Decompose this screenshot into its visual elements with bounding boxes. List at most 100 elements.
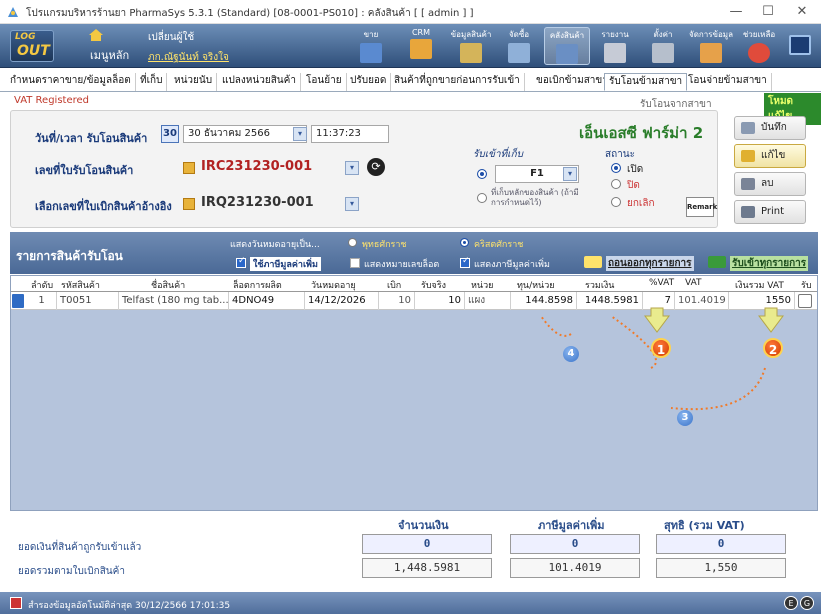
database-icon [700, 43, 722, 63]
cash-register-icon [360, 43, 382, 63]
store-dropdown-icon[interactable]: ▾ [563, 167, 577, 181]
annotation-2: 2 [763, 338, 783, 358]
report-button[interactable]: รายงาน [592, 27, 638, 65]
lifebuoy-icon [748, 43, 770, 63]
settings-button[interactable]: ตั้งค่า [640, 27, 686, 65]
received-total-label: ยอดเงินที่สินค้าถูกรับเข้าแล้ว [18, 542, 142, 553]
summary-panel: จำนวนเงิน ภาษีมูลค่าเพิ่ม สุทธิ (รวม VAT… [10, 512, 818, 584]
inventory-button[interactable]: คลังสินค้า [544, 27, 590, 65]
purchase-button[interactable]: จัดซื้อ [496, 27, 542, 65]
data-manage-button[interactable]: จัดการข้อมูล [688, 27, 734, 65]
save-button[interactable]: บันทึก [734, 116, 806, 140]
show-vat-label: แสดงภาษีมูลค่าเพิ่ม [474, 260, 550, 270]
tab-branch-request[interactable]: ขอเบิกข้ามสาขา [532, 73, 613, 91]
switch-user-button[interactable]: เปลี่ยนผู้ใช้ [148, 30, 194, 45]
people-icon [410, 39, 432, 59]
ref-document-icon [183, 198, 195, 210]
status-group-title: สถานะ [605, 149, 635, 160]
show-lot-checkbox[interactable] [350, 258, 360, 268]
tab-price-lot[interactable]: กำหนดราคาขาย/ข้อมูลล็อต [6, 73, 136, 91]
pencil-icon [741, 150, 755, 162]
logout-button[interactable]: LOG OUT [10, 30, 54, 62]
edit-label: แก้ไข [761, 150, 786, 161]
receive-doc-dropdown-icon[interactable]: ▾ [345, 161, 359, 175]
help-button[interactable]: ช่วยเหลือ [736, 27, 782, 65]
report-icon [604, 43, 626, 63]
backup-status-text: สำรองข้อมูลอัตโนมัติล่าสุด 30/12/2566 17… [28, 601, 231, 611]
eraser-icon [741, 178, 755, 190]
receive-doc-no[interactable]: IRC231230-001 [201, 159, 312, 174]
tab-adjust[interactable]: ปรับยอด [346, 73, 392, 91]
status-open-label: เปิด [627, 164, 644, 175]
main-menu-label: เมนูหลัก [90, 49, 130, 62]
status-bar: สำรองข้อมูลอัตโนมัติล่าสุด 30/12/2566 17… [0, 592, 821, 614]
tab-transfer[interactable]: โอนย้าย [302, 73, 347, 91]
minimize-button[interactable]: — [724, 2, 748, 22]
date-field[interactable]: 30 ธันวาคม 2566 [183, 125, 307, 143]
items-toolbar: รายการสินค้ารับโอน แสดงวันหมดอายุเป็น...… [10, 232, 818, 274]
status-cancel-radio[interactable] [611, 197, 621, 207]
items-title: รายการสินค้ารับโอน [16, 249, 123, 263]
items-table: ลำดับ รหัสสินค้า ชื่อสินค้า ล็อตการผลิต … [10, 275, 818, 511]
christian-era-radio[interactable] [460, 238, 469, 247]
document-icon [183, 162, 195, 174]
ref-doc-dropdown-icon[interactable]: ▾ [345, 197, 359, 211]
expiry-format-label: แสดงวันหมดอายุเป็น... [230, 240, 320, 250]
refresh-icon[interactable]: ⟳ [367, 158, 385, 176]
product-data-button[interactable]: ข้อมูลสินค้า [448, 27, 494, 65]
document-header-panel: วันที่/เวลา รับโอนสินค้า 30 30 ธันวาคม 2… [10, 110, 718, 228]
tab-units[interactable]: หน่วยนับ [170, 73, 218, 91]
ref-doc-label: เลือกเลขที่ใบเบิกสินค้าอ้างอิง [35, 200, 172, 213]
status-closed-radio[interactable] [611, 179, 621, 189]
datetime-label: วันที่/เวลา รับโอนสินค้า [35, 132, 148, 145]
received-net: 0 [656, 534, 786, 554]
sales-button[interactable]: ขาย [348, 27, 394, 65]
show-vat-checkbox[interactable] [460, 256, 470, 268]
ref-doc-no[interactable]: IRQ231230-001 [201, 195, 314, 210]
info-icon-right[interactable]: G [800, 596, 814, 610]
requested-net: 1,550 [656, 558, 786, 578]
remove-all-button[interactable]: ถอนออกทุกรายการ [606, 256, 694, 271]
edit-button[interactable]: แก้ไข [734, 144, 806, 168]
app-icon [8, 7, 18, 17]
time-field[interactable]: 11:37:23 [311, 125, 389, 143]
store-specific-radio[interactable] [477, 169, 487, 179]
annotation-3: 3 [677, 410, 693, 426]
printer-icon [741, 206, 755, 218]
tab-sold-before-receive[interactable]: สินค้าที่ถูกขายก่อนการรับเข้า [390, 73, 525, 91]
main-toolbar: LOG OUT เมนูหลัก เปลี่ยนผู้ใช้ ภก.ณัฐนัน… [0, 24, 821, 68]
sales-label: ขาย [363, 30, 379, 39]
buddhist-era-radio[interactable] [348, 238, 357, 247]
requested-vat: 101.4019 [510, 558, 640, 578]
receive-all-button[interactable]: รับเข้าทุกรายการ [730, 256, 809, 271]
info-icon-left[interactable]: E [784, 596, 798, 610]
window-title: โปรแกรมบริหารร้านยา PharmaSys 5.3.1 (Sta… [26, 8, 474, 19]
status-open-radio[interactable] [611, 163, 621, 173]
tab-branch-receive[interactable]: รับโอนข้ามสาขา [604, 73, 688, 91]
store-default-radio[interactable] [477, 193, 487, 203]
use-vat-checkbox[interactable] [236, 256, 246, 268]
annotation-1: 1 [651, 338, 671, 358]
annotation-overlay [540, 307, 784, 411]
purchase-label: จัดซื้อ [508, 30, 530, 39]
current-user-link[interactable]: ภก.ณัฐนันท์ จริงใจ [148, 50, 229, 65]
date-dropdown-icon[interactable]: ▾ [293, 127, 307, 141]
maximize-button[interactable]: ☐ [756, 2, 780, 22]
inventory-label: คลังสินค้า [549, 31, 585, 40]
crm-button[interactable]: CRM [398, 27, 444, 65]
calendar-button[interactable]: 30 [161, 125, 179, 143]
screen-button[interactable] [784, 27, 816, 65]
tab-storage[interactable]: ที่เก็บ [136, 73, 168, 91]
tab-unit-convert[interactable]: แปลงหน่วยสินค้า [218, 73, 301, 91]
remark-button[interactable]: Remark [686, 197, 717, 217]
home-icon [89, 29, 103, 41]
logout-line1: LOG [15, 32, 36, 42]
tools-icon [652, 43, 674, 63]
delete-button[interactable]: ลบ [734, 172, 806, 196]
print-button[interactable]: Print [734, 200, 806, 224]
close-button[interactable]: ✕ [790, 2, 814, 22]
christian-era-label: คริสตศักราช [474, 240, 524, 250]
requested-amount: 1,448.5981 [362, 558, 492, 578]
tab-branch-send[interactable]: โอนจ่ายข้ามสาขา [684, 73, 772, 91]
annotation-4: 4 [563, 346, 579, 362]
